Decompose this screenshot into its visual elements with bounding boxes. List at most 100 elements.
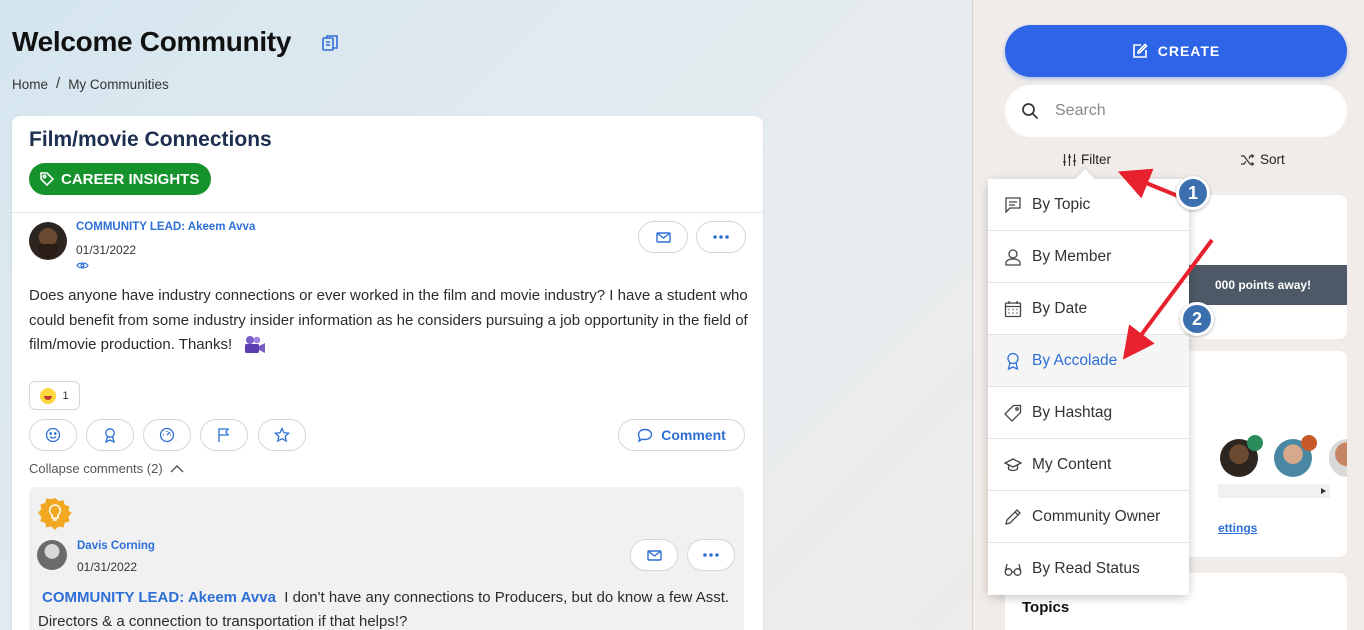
filter-label: Filter: [1081, 152, 1111, 167]
collapse-comments-label: Collapse comments (2): [29, 461, 163, 476]
category-tag[interactable]: CAREER INSIGHTS: [29, 163, 212, 195]
graduation-cap-icon: [1004, 457, 1022, 471]
filter-button[interactable]: Filter: [1062, 152, 1111, 167]
eye-icon: [76, 262, 89, 269]
comment-item: Davis Corning 01/31/2022 COMMUNITY LEAD:…: [29, 487, 744, 630]
annotation-marker-2: 2: [1180, 302, 1214, 336]
main-content: Welcome Community Home / My Communities …: [0, 0, 972, 630]
avatar[interactable]: [29, 222, 67, 260]
award-icon: [105, 428, 115, 443]
more-icon: [713, 235, 729, 239]
lightbulb-badge-icon: [38, 497, 72, 530]
comment-message-button[interactable]: [630, 539, 678, 571]
star-icon: [274, 427, 290, 443]
edit-icon: [1132, 43, 1148, 58]
flag-button[interactable]: [200, 419, 248, 451]
award-badge-icon: [1301, 435, 1317, 451]
filter-dropdown-menu: By Topic By Member By Date By Accolade B…: [988, 179, 1189, 595]
award-icon: [1007, 352, 1019, 370]
smiley-icon: [45, 427, 61, 443]
breadcrumb-my-communities[interactable]: My Communities: [68, 77, 169, 92]
copy-icon[interactable]: [321, 34, 339, 52]
filter-option-label: By Member: [1032, 247, 1112, 265]
collapse-comments-toggle[interactable]: Collapse comments (2): [29, 461, 184, 476]
award-badge-icon: [1247, 435, 1263, 451]
person-icon: [1005, 248, 1021, 266]
shuffle-icon: [1241, 153, 1255, 166]
search-icon: [1022, 103, 1039, 120]
topics-heading: Topics: [1022, 599, 1070, 616]
react-button[interactable]: [29, 419, 77, 451]
comment-date: 01/31/2022: [77, 560, 138, 574]
breadcrumb-home[interactable]: Home: [12, 77, 48, 92]
post-card: Film/movie Connections CAREER INSIGHTS C…: [12, 116, 763, 630]
comment-body: COMMUNITY LEAD: Akeem Avva I don't have …: [38, 586, 738, 630]
speech-bubble-icon: [638, 428, 653, 442]
flag-icon: [218, 428, 230, 442]
comment-button[interactable]: Comment: [618, 419, 745, 451]
breadcrumb-separator: /: [56, 75, 61, 92]
points-text: 000 points away!: [1215, 278, 1312, 292]
horizontal-scrollbar[interactable]: [1218, 484, 1330, 498]
chevron-up-icon: [170, 464, 184, 472]
create-button[interactable]: CREATE: [1005, 25, 1347, 77]
filter-option-by-accolade[interactable]: By Accolade: [988, 335, 1189, 387]
filter-option-label: Community Owner: [1032, 507, 1161, 525]
mail-icon: [646, 549, 662, 561]
divider: [12, 212, 763, 213]
category-tag-label: CAREER INSIGHTS: [61, 170, 200, 188]
avatar[interactable]: [37, 540, 67, 570]
post-title[interactable]: Film/movie Connections: [29, 128, 272, 152]
accolade-button[interactable]: [86, 419, 134, 451]
filter-option-label: My Content: [1032, 455, 1112, 473]
filter-option-my-content[interactable]: My Content: [988, 439, 1189, 491]
filter-option-label: By Accolade: [1032, 351, 1118, 369]
search-input[interactable]: [1055, 102, 1315, 120]
settings-link[interactable]: ettings: [1218, 521, 1257, 535]
comment-more-options-button[interactable]: [687, 539, 735, 571]
tag-icon: [1004, 404, 1022, 422]
sort-button[interactable]: Sort: [1240, 152, 1285, 167]
laughing-emoji-icon: [40, 387, 57, 404]
film-camera-icon: [245, 336, 266, 354]
comment-mention[interactable]: COMMUNITY LEAD: Akeem Avva: [42, 589, 276, 606]
message-button[interactable]: [638, 221, 688, 253]
reaction-count-value: 1: [62, 389, 69, 402]
more-icon: [703, 553, 719, 557]
filter-option-by-topic[interactable]: By Topic: [988, 179, 1189, 231]
filter-option-label: By Topic: [1032, 195, 1091, 213]
filter-option-by-member[interactable]: By Member: [988, 231, 1189, 283]
filter-option-by-read-status[interactable]: By Read Status: [988, 543, 1189, 595]
pencil-icon: [1005, 508, 1021, 525]
tag-icon: [40, 172, 55, 187]
filter-option-label: By Date: [1032, 299, 1088, 317]
page-title: Welcome Community: [12, 26, 292, 57]
post-body-text: Does anyone have industry connections or…: [29, 287, 748, 353]
sort-label: Sort: [1260, 152, 1285, 167]
annotation-marker-1: 1: [1176, 176, 1210, 210]
filter-option-community-owner[interactable]: Community Owner: [988, 491, 1189, 543]
filter-option-by-date[interactable]: By Date: [988, 283, 1189, 335]
post-date: 01/31/2022: [76, 243, 137, 257]
filter-option-by-hashtag[interactable]: By Hashtag: [988, 387, 1189, 439]
gauge-icon: [159, 427, 175, 443]
calendar-icon: [1004, 300, 1022, 317]
create-button-label: CREATE: [1157, 43, 1221, 59]
avatar[interactable]: [1329, 439, 1347, 477]
comment-author[interactable]: Davis Corning: [77, 540, 155, 552]
more-options-button[interactable]: [696, 221, 746, 253]
filter-option-label: By Read Status: [1032, 560, 1140, 577]
filter-option-label: By Hashtag: [1032, 403, 1113, 421]
chat-icon: [1005, 196, 1021, 214]
search-box[interactable]: [1005, 85, 1347, 137]
breadcrumb: Home / My Communities: [12, 75, 169, 92]
sliders-icon: [1063, 153, 1076, 166]
gauge-button[interactable]: [143, 419, 191, 451]
reaction-count[interactable]: 1: [29, 381, 80, 410]
favorite-button[interactable]: [258, 419, 306, 451]
post-author[interactable]: COMMUNITY LEAD: Akeem Avva: [76, 221, 255, 233]
glasses-icon: [1004, 563, 1022, 576]
mail-icon: [655, 231, 671, 243]
comment-button-label: Comment: [661, 427, 726, 443]
post-body: Does anyone have industry connections or…: [29, 284, 749, 358]
